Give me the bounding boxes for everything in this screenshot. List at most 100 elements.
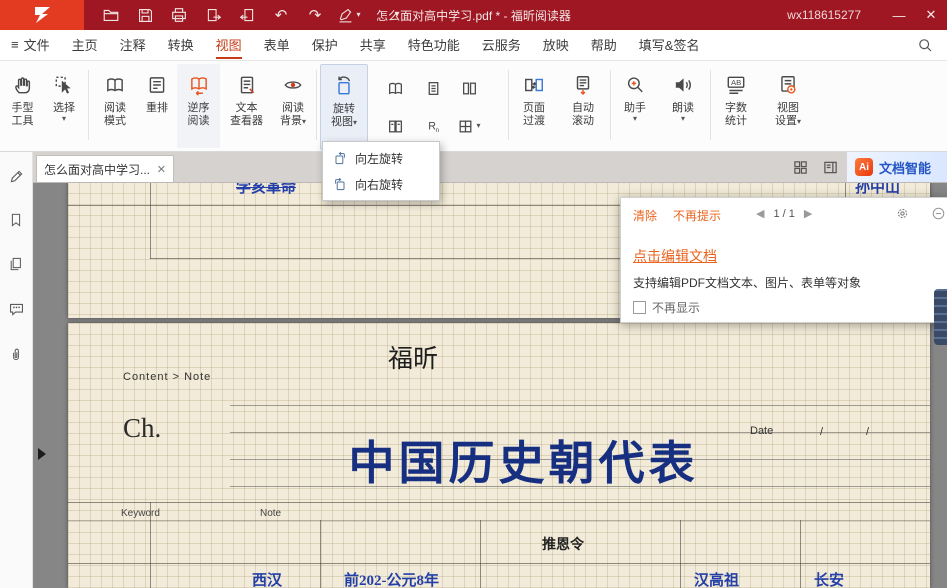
read-aloud-button[interactable]: 朗读 ▾	[663, 64, 703, 148]
clear-link[interactable]: 清除	[633, 207, 657, 224]
document-tab[interactable]: 怎么面对高中学习... ✕	[36, 155, 174, 182]
split-grid-icon[interactable]: ▾	[454, 111, 484, 141]
menu-protect[interactable]: 保护	[301, 30, 349, 60]
two-column-icon[interactable]	[454, 73, 484, 103]
table-line	[680, 520, 681, 588]
table-line	[150, 182, 151, 259]
date-slash: /	[820, 426, 823, 438]
prev-page-icon[interactable]: ◀	[756, 207, 764, 220]
facing-pages-icon[interactable]	[380, 111, 410, 141]
window-title: 怎么面对高中学习.pdf * - 福昕阅读器	[376, 7, 571, 24]
page-transition-button[interactable]: 页面 过渡	[512, 64, 556, 148]
menu-cloud[interactable]: 云服务	[471, 30, 532, 60]
page2-title: 中国历史朝代表	[296, 427, 751, 493]
minimize-button[interactable]: —	[883, 0, 915, 30]
single-column-icon[interactable]	[418, 73, 448, 103]
menu-view[interactable]: 视图	[205, 30, 253, 60]
close-button[interactable]: ✕	[915, 0, 947, 30]
page1-author-text: 孙中山	[855, 182, 900, 197]
select-tool-button[interactable]: 选择 ▾	[44, 64, 84, 148]
edit-document-link[interactable]: 点击编辑文档	[633, 246, 717, 266]
right-edge-panel-grip[interactable]	[934, 289, 947, 345]
dont-remind-link[interactable]: 不再提示	[673, 207, 721, 224]
attachment-paperclip-icon[interactable]	[6, 344, 26, 364]
auto-scroll-button[interactable]: 自动 滚动	[561, 64, 605, 148]
pages-icon[interactable]	[6, 254, 26, 274]
ruled-line	[230, 405, 930, 406]
rotate-right-item[interactable]: 向右旋转	[323, 171, 439, 197]
doc-ai-button[interactable]: Ai 文档智能	[847, 152, 947, 182]
rotate-left-item[interactable]: 向左旋转	[323, 145, 439, 171]
ink-sign-icon[interactable]: ▾	[336, 3, 362, 27]
reading-background-button[interactable]: 阅读 背景▾	[272, 64, 314, 148]
page-transition-icon	[523, 69, 545, 101]
bookmark-icon[interactable]	[6, 210, 26, 230]
table-line	[480, 520, 481, 588]
rotate-left-icon	[332, 150, 348, 166]
read-mode-button[interactable]: 阅读 模式	[94, 64, 136, 148]
rotate-view-menu: 向左旋转 向右旋转	[322, 141, 440, 201]
reflow-button[interactable]: 重排	[139, 64, 175, 148]
undo-icon[interactable]: ↶	[268, 3, 294, 27]
chevron-down-icon: ▾	[62, 115, 66, 123]
dont-show-checkbox[interactable]	[633, 301, 646, 314]
menubar: ≡文件 主页 注释 转换 视图 表单 保护 共享 特色功能 云服务 放映 帮助 …	[0, 30, 947, 61]
print-icon[interactable]	[166, 3, 192, 27]
menu-form[interactable]: 表单	[253, 30, 301, 60]
foxit-logo-icon[interactable]	[0, 0, 84, 30]
page-panel-icon[interactable]	[822, 159, 839, 176]
page-indicator: 1 / 1	[773, 208, 794, 220]
left-panel-bar	[0, 152, 33, 588]
book-layout-icon[interactable]	[380, 73, 410, 103]
menu-convert[interactable]: 转换	[157, 30, 205, 60]
redo-icon[interactable]: ↷	[302, 3, 328, 27]
search-icon[interactable]	[917, 30, 933, 60]
menu-features[interactable]: 特色功能	[397, 30, 471, 60]
rotate-view-button[interactable]: 旋转 视图▾	[320, 64, 368, 150]
chevron-down-icon: ▾	[302, 118, 306, 126]
period-text: 前202-公元8年	[344, 569, 439, 588]
page-layout-group: Rn ▾	[374, 64, 506, 148]
ai-logo-icon: Ai	[855, 158, 873, 176]
import-page-icon[interactable]	[234, 3, 260, 27]
export-page-icon[interactable]	[200, 3, 226, 27]
dont-show-label: 不再显示	[652, 299, 700, 316]
comment-icon[interactable]	[6, 299, 26, 319]
reverse-reading-button[interactable]: 逆序 阅读	[177, 64, 220, 148]
ribbon-toolbar: 手型 工具 选择 ▾ 阅读 模式 重排 逆序 阅读 文本 查看器	[0, 61, 947, 152]
ribbon-separator	[508, 70, 509, 140]
menu-help[interactable]: 帮助	[580, 30, 628, 60]
menu-file[interactable]: ≡文件	[0, 30, 61, 60]
gear-icon[interactable]	[895, 206, 910, 221]
menu-fill-sign[interactable]: 填写&签名	[628, 30, 711, 60]
menu-comment[interactable]: 注释	[109, 30, 157, 60]
table-line	[68, 563, 930, 564]
reading-order-icon[interactable]: Rn	[418, 111, 448, 141]
rotate-view-icon	[333, 70, 355, 102]
capital-text: 长安	[814, 569, 844, 588]
tab-close-icon[interactable]: ✕	[157, 163, 166, 176]
open-file-icon[interactable]	[98, 3, 124, 27]
document-canvas[interactable]: 学亥革命 孙中山 3 福昕 Content > Note Ch. 中国历史朝代表…	[32, 182, 947, 588]
menu-home[interactable]: 主页	[61, 30, 109, 60]
event-text: 推恩令	[542, 534, 584, 554]
view-settings-icon	[777, 69, 799, 101]
view-settings-button[interactable]: 视图 设置▾	[764, 64, 812, 148]
assistant-button[interactable]: 助手 ▾	[615, 64, 655, 148]
save-icon[interactable]	[132, 3, 158, 27]
pdf-page-2: 福昕 Content > Note Ch. 中国历史朝代表 Date / / K…	[68, 323, 930, 588]
menu-share[interactable]: 共享	[349, 30, 397, 60]
account-name[interactable]: wx118615277	[787, 8, 861, 22]
hamburger-icon: ≡	[11, 37, 19, 52]
reading-background-icon	[282, 69, 304, 101]
edit-pencil-icon[interactable]	[6, 166, 26, 186]
menu-present[interactable]: 放映	[532, 30, 580, 60]
next-page-icon[interactable]: ▶	[804, 207, 812, 220]
text-viewer-button[interactable]: 文本 查看器	[223, 64, 270, 148]
word-count-button[interactable]: AB 字数 统计	[712, 64, 760, 148]
collapse-circle-icon[interactable]	[931, 206, 946, 221]
grid-view-icon[interactable]	[792, 159, 809, 176]
sidebar-expand-arrow[interactable]	[38, 448, 46, 460]
hand-tool-button[interactable]: 手型 工具	[4, 64, 41, 148]
ribbon-separator	[88, 70, 89, 140]
